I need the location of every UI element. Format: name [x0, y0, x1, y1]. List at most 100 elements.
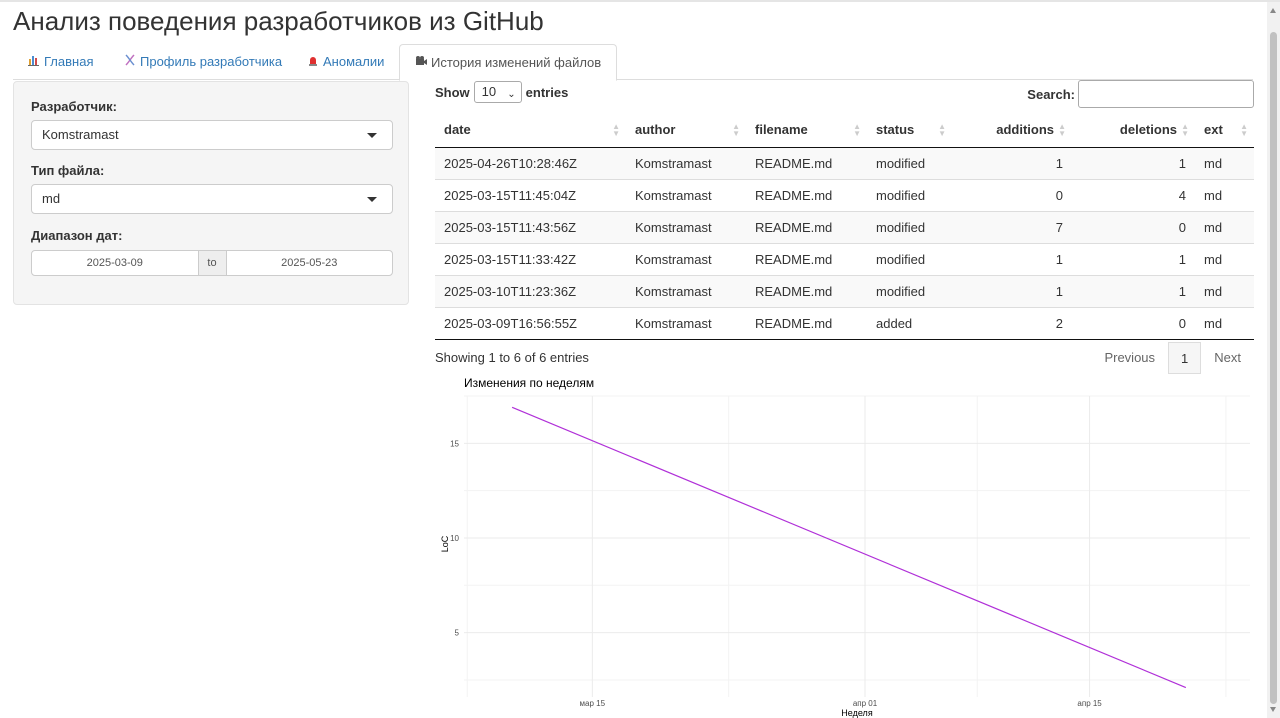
- cell-additions: 0: [952, 178, 1072, 211]
- previous-button[interactable]: Previous: [1091, 342, 1168, 374]
- chart-x-axis-label: Неделя: [841, 708, 873, 718]
- table-row: 2025-03-15T11:45:04Z Komstramast README.md…: [435, 178, 1254, 211]
- sort-icon: ▲ ▼: [938, 122, 946, 138]
- table-row: 2025-04-26T10:28:46Z Komstramast README.md…: [435, 146, 1254, 179]
- cell-deletions: 0: [1072, 210, 1195, 243]
- dna-icon: [124, 54, 136, 71]
- developer-value: Komstramast: [42, 127, 119, 142]
- tab-label: Главная: [44, 54, 94, 69]
- tab-developer-profile[interactable]: Профиль разработчика: [109, 44, 297, 81]
- next-button[interactable]: Next: [1201, 342, 1254, 374]
- chart-title: Изменения по неделям: [464, 376, 594, 390]
- cell-additions: 2: [952, 306, 1072, 340]
- cell-filename: README.md: [746, 242, 867, 275]
- search-input[interactable]: [1078, 80, 1254, 108]
- table-row: 2025-03-15T11:33:42Z Komstramast README.md…: [435, 242, 1254, 275]
- cell-author: Komstramast: [626, 242, 746, 275]
- developer-select[interactable]: Komstramast: [31, 120, 393, 150]
- page-scrollbar[interactable]: [1267, 2, 1280, 718]
- column-header-ext[interactable]: ext ▲ ▼: [1195, 113, 1254, 148]
- cell-filename: README.md: [746, 210, 867, 243]
- cell-date: 2025-04-26T10:28:46Z: [435, 146, 626, 179]
- chart-y-axis-label: LoC: [440, 535, 450, 552]
- alarm-icon: [307, 54, 319, 71]
- sort-icon: ▲ ▼: [732, 122, 740, 138]
- date-separator: to: [197, 251, 227, 275]
- x-tick-label: мар 15: [580, 699, 606, 708]
- cell-status: added: [867, 306, 952, 340]
- cell-ext: md: [1195, 242, 1254, 275]
- search-label: Search:: [1027, 86, 1075, 102]
- tab-file-history[interactable]: История изменений файлов: [399, 44, 618, 81]
- table-row: 2025-03-10T11:23:36Z Komstramast README.md…: [435, 274, 1254, 307]
- cell-date: 2025-03-10T11:23:36Z: [435, 274, 626, 307]
- series-line: [511, 406, 1187, 689]
- column-header-status[interactable]: status ▲ ▼: [867, 113, 952, 148]
- sort-icon: ▲ ▼: [1181, 122, 1189, 138]
- cell-author: Komstramast: [626, 210, 746, 243]
- table-info: Showing 1 to 6 of 6 entries: [435, 350, 589, 365]
- scroll-down-icon[interactable]: [1270, 707, 1276, 712]
- tab-anomalies[interactable]: Аномалии: [292, 44, 399, 81]
- date-from-input[interactable]: 2025-03-09: [32, 251, 198, 275]
- cell-filename: README.md: [746, 274, 867, 307]
- tab-main[interactable]: Главная: [13, 44, 108, 81]
- tab-bar: Главная Профиль разработчика Аномалии Ис…: [13, 44, 1253, 81]
- page-button-1[interactable]: 1: [1168, 342, 1202, 374]
- cell-status: modified: [867, 146, 952, 179]
- developer-label: Разработчик:: [31, 99, 117, 114]
- page-length-select[interactable]: 10 ⌄: [473, 81, 522, 103]
- sort-icon: ▲ ▼: [853, 122, 861, 138]
- cell-additions: 1: [952, 146, 1072, 179]
- chart-grid: [464, 395, 1250, 697]
- sidebar-panel: Разработчик: Komstramast Тип файла: md Д…: [13, 81, 409, 305]
- table-header-row: date ▲ ▼ author ▲ ▼ filename ▲ ▼ status ▲ ▼ addi…: [435, 113, 1254, 148]
- cell-filename: README.md: [746, 178, 867, 211]
- cell-status: modified: [867, 178, 952, 211]
- caret-down-icon: [367, 133, 377, 138]
- cell-ext: md: [1195, 146, 1254, 179]
- cell-date: 2025-03-09T16:56:55Z: [435, 306, 626, 340]
- filetype-value: md: [42, 191, 61, 206]
- table-row: 2025-03-09T16:56:55Z Komstramast README.md…: [435, 306, 1254, 340]
- column-header-deletions[interactable]: deletions ▲ ▼: [1072, 113, 1195, 148]
- caret-down-icon: [367, 197, 377, 202]
- weekly-changes-chart: Изменения по неделям мар 15 апр 01 апр 15 5…: [440, 376, 1250, 718]
- sort-icon: ▲ ▼: [612, 122, 620, 138]
- cell-additions: 1: [952, 242, 1072, 275]
- scrollbar-thumb[interactable]: [1270, 32, 1277, 704]
- sort-icon: ▲ ▼: [1240, 122, 1248, 138]
- cell-author: Komstramast: [626, 274, 746, 307]
- tab-label: Аномалии: [323, 54, 385, 69]
- cell-additions: 1: [952, 274, 1072, 307]
- column-header-date[interactable]: date ▲ ▼: [435, 113, 626, 148]
- cell-status: modified: [867, 242, 952, 275]
- y-tick-label: 5: [455, 629, 460, 638]
- x-tick-label: апр 01: [853, 699, 878, 708]
- chart-lines: [511, 406, 1187, 689]
- cell-ext: md: [1195, 178, 1254, 211]
- chevron-down-icon: ⌄: [507, 89, 516, 100]
- tab-label: Профиль разработчика: [140, 54, 283, 69]
- y-tick-label: 10: [450, 534, 459, 543]
- cell-status: modified: [867, 210, 952, 243]
- column-header-additions[interactable]: additions ▲ ▼: [952, 113, 1072, 148]
- entries-label: entries: [525, 84, 569, 100]
- cell-date: 2025-03-15T11:33:42Z: [435, 242, 626, 275]
- pagination: Previous 1 Next: [1091, 342, 1254, 374]
- cell-ext: md: [1195, 210, 1254, 243]
- scroll-up-icon[interactable]: [1270, 8, 1276, 13]
- column-header-author[interactable]: author ▲ ▼: [626, 113, 746, 148]
- page-title: Анализ поведения разработчиков из GitHub: [13, 6, 544, 36]
- tab-label: История изменений файлов: [431, 55, 602, 70]
- film-reel-icon: [415, 55, 427, 72]
- data-table: date ▲ ▼ author ▲ ▼ filename ▲ ▼ status ▲ ▼ addi…: [435, 113, 1254, 340]
- column-header-filename[interactable]: filename ▲ ▼: [746, 113, 867, 148]
- cell-ext: md: [1195, 274, 1254, 307]
- date-to-input[interactable]: 2025-05-23: [227, 251, 393, 275]
- filetype-select[interactable]: md: [31, 184, 393, 214]
- cell-deletions: 4: [1072, 178, 1195, 211]
- cell-deletions: 1: [1072, 242, 1195, 275]
- cell-author: Komstramast: [626, 178, 746, 211]
- daterange-input: 2025-03-09 to 2025-05-23: [31, 250, 393, 276]
